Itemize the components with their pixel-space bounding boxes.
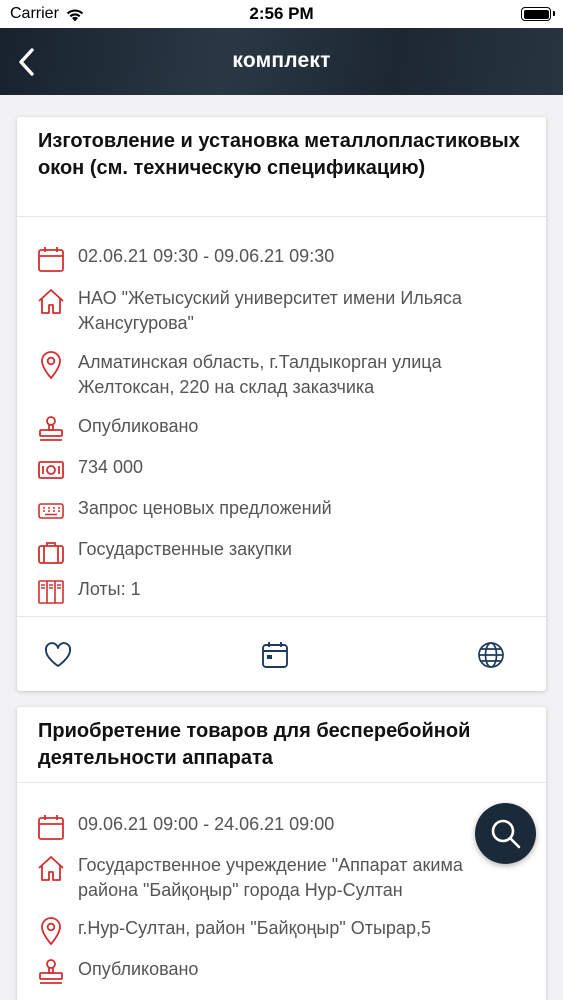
money-icon [36, 455, 66, 485]
navigation-bar: комплект [0, 28, 563, 95]
heart-icon [44, 642, 72, 667]
tender-title: Изготовление и установка металлопластико… [38, 130, 520, 179]
tender-dates: 09.06.21 09:00 - 24.06.21 09:00 [78, 814, 335, 834]
tender-dates: 02.06.21 09:30 - 09.06.21 09:30 [78, 246, 335, 266]
search-button[interactable] [475, 803, 536, 864]
tender-card[interactable]: Изготовление и установка металлопластико… [17, 117, 546, 691]
briefcase-icon [36, 537, 66, 567]
tender-amount: 734 000 [78, 457, 144, 477]
stamp-icon [36, 957, 66, 987]
tender-status: Опубликовано [78, 959, 199, 979]
location-pin-icon [36, 350, 66, 380]
card-divider [17, 216, 546, 217]
open-website-button[interactable] [471, 635, 511, 675]
tender-type: Государственные закупки [78, 539, 292, 559]
stamp-icon [36, 414, 66, 444]
tender-method: Запрос ценовых предложений [78, 498, 332, 518]
calendar-icon [36, 244, 66, 274]
tender-location: г.Нур-Султан, район "Байқоңыр" Отырар,5 [78, 918, 431, 938]
tender-customer: Государственное учреждение "Аппарат аким… [78, 855, 463, 900]
calendar-icon [36, 812, 66, 842]
keyboard-icon [36, 496, 66, 526]
search-icon [491, 819, 520, 848]
tender-customer: НАО "Жетысуский университет имени Ильяса… [78, 288, 462, 333]
location-pin-icon [36, 916, 66, 946]
favorite-button[interactable] [38, 635, 78, 675]
tender-lots: Лоты: 1 [78, 579, 141, 599]
home-icon [36, 853, 66, 883]
tender-location: Алматинская область, г.Талдыкорган улица… [78, 352, 442, 397]
card-divider [17, 782, 546, 783]
home-icon [36, 286, 66, 316]
card-action-bar [17, 617, 546, 691]
tender-card[interactable]: Приобретение товаров для бесперебойной д… [17, 707, 546, 1000]
battery-icon [521, 7, 555, 21]
tender-title: Приобретение товаров для бесперебойной д… [38, 720, 471, 769]
tender-status: Опубликовано [78, 416, 199, 436]
calendar-icon [262, 642, 288, 668]
status-bar: Carrier 2:56 PM [0, 0, 563, 28]
globe-icon [478, 642, 504, 668]
page-title: комплект [232, 49, 331, 72]
lots-icon [36, 577, 66, 607]
status-time: 2:56 PM [249, 4, 314, 23]
add-to-calendar-button[interactable] [255, 635, 295, 675]
